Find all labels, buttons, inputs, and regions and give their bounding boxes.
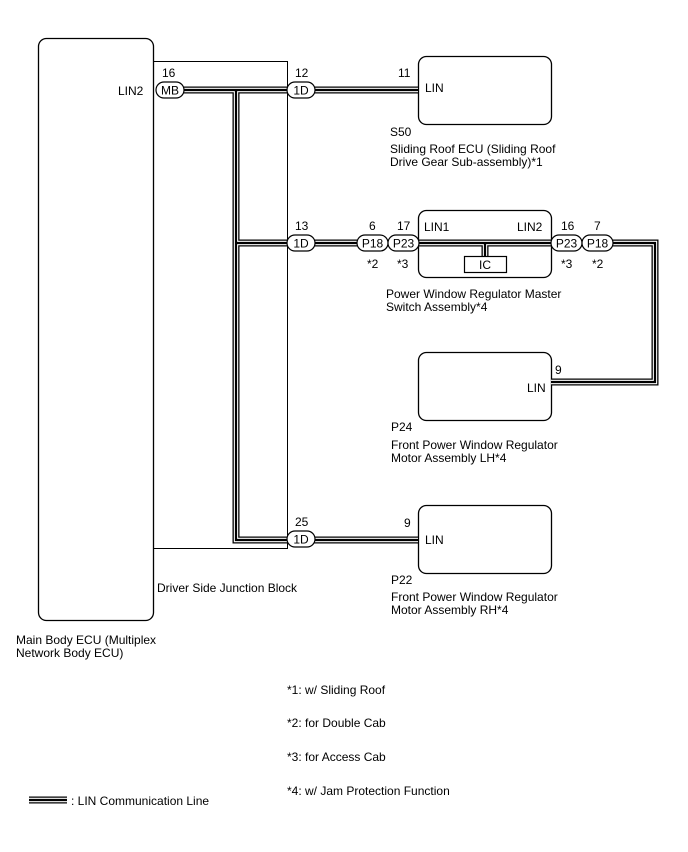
pin-s50-11: 11 (398, 66, 411, 80)
lin-wiring-diagram: IC MB 1D 1D 1D P18 P23 P23 P18 16 12 13 … (16, 37, 659, 808)
p22-code: P22 (391, 573, 413, 587)
connector-mb: MB (155, 81, 185, 99)
connector-p23-right: P23 (550, 234, 583, 252)
master-switch-name-line2: Switch Assembly*4 (386, 300, 488, 314)
svg-text:1D: 1D (293, 237, 309, 251)
main-body-ecu-box (37, 37, 155, 622)
svg-text:P23: P23 (556, 237, 578, 251)
svg-text:P18: P18 (362, 237, 384, 251)
junction-block-box (153, 61, 288, 549)
svg-text:1D: 1D (293, 533, 309, 547)
svg-text:MB: MB (161, 84, 179, 98)
note-p23-left: *3 (397, 257, 409, 271)
terminal-master-lin1: LIN1 (424, 220, 450, 234)
note-1: *1: w/ Sliding Roof (287, 683, 386, 697)
note-p18-left: *2 (367, 257, 379, 271)
note-2: *2: for Double Cab (287, 716, 386, 730)
s50-name-line2: Drive Gear Sub-assembly)*1 (390, 155, 543, 169)
pin-p22-9: 9 (404, 516, 411, 530)
p24-name-line1: Front Power Window Regulator (391, 438, 558, 452)
pin-1d-25: 25 (295, 515, 309, 529)
pin-p23-16: 16 (561, 219, 575, 233)
p24-code: P24 (391, 420, 413, 434)
main-ecu-name-line1: Main Body ECU (Multiplex (16, 633, 156, 647)
terminal-s50-lin: LIN (425, 81, 444, 95)
note-3: *3: for Access Cab (287, 750, 386, 764)
connector-1d-12: 1D (286, 81, 316, 99)
legend-label: : LIN Communication Line (71, 794, 209, 808)
master-switch-name-line1: Power Window Regulator Master (386, 287, 561, 301)
connector-p18-right: P18 (581, 234, 614, 252)
terminal-p22-lin: LIN (425, 533, 444, 547)
note-p23-right: *3 (561, 257, 573, 271)
note-p18-right: *2 (592, 257, 604, 271)
s50-code: S50 (390, 125, 412, 139)
p22-name-line2: Motor Assembly RH*4 (391, 603, 509, 617)
ic-label: IC (479, 258, 491, 272)
svg-text:1D: 1D (293, 84, 309, 98)
pin-mb-16: 16 (162, 66, 176, 80)
pin-1d-13: 13 (295, 219, 309, 233)
note-4: *4: w/ Jam Protection Function (287, 784, 450, 798)
connector-p23-left: P23 (387, 234, 420, 252)
connector-1d-25: 1D (286, 530, 316, 548)
pin-p24-9: 9 (555, 363, 562, 377)
terminal-main-lin2: LIN2 (118, 84, 144, 98)
s50-name-line1: Sliding Roof ECU (Sliding Roof (390, 142, 556, 156)
svg-text:P18: P18 (587, 237, 609, 251)
p22-name-line1: Front Power Window Regulator (391, 590, 558, 604)
connector-p18-left: P18 (356, 234, 389, 252)
main-ecu-name-line2: Network Body ECU) (16, 646, 123, 660)
terminal-master-lin2: LIN2 (517, 220, 543, 234)
terminal-p24-lin: LIN (527, 381, 546, 395)
pin-p18-7: 7 (594, 219, 601, 233)
wire-trunk (183, 86, 418, 544)
connector-1d-13: 1D (286, 234, 316, 252)
p24-name-line2: Motor Assembly LH*4 (391, 451, 507, 465)
pin-p23-17: 17 (397, 219, 411, 233)
pin-p18-6: 6 (369, 219, 376, 233)
junction-block-name: Driver Side Junction Block (157, 581, 298, 595)
pin-1d-12: 12 (295, 66, 309, 80)
svg-text:P23: P23 (393, 237, 415, 251)
